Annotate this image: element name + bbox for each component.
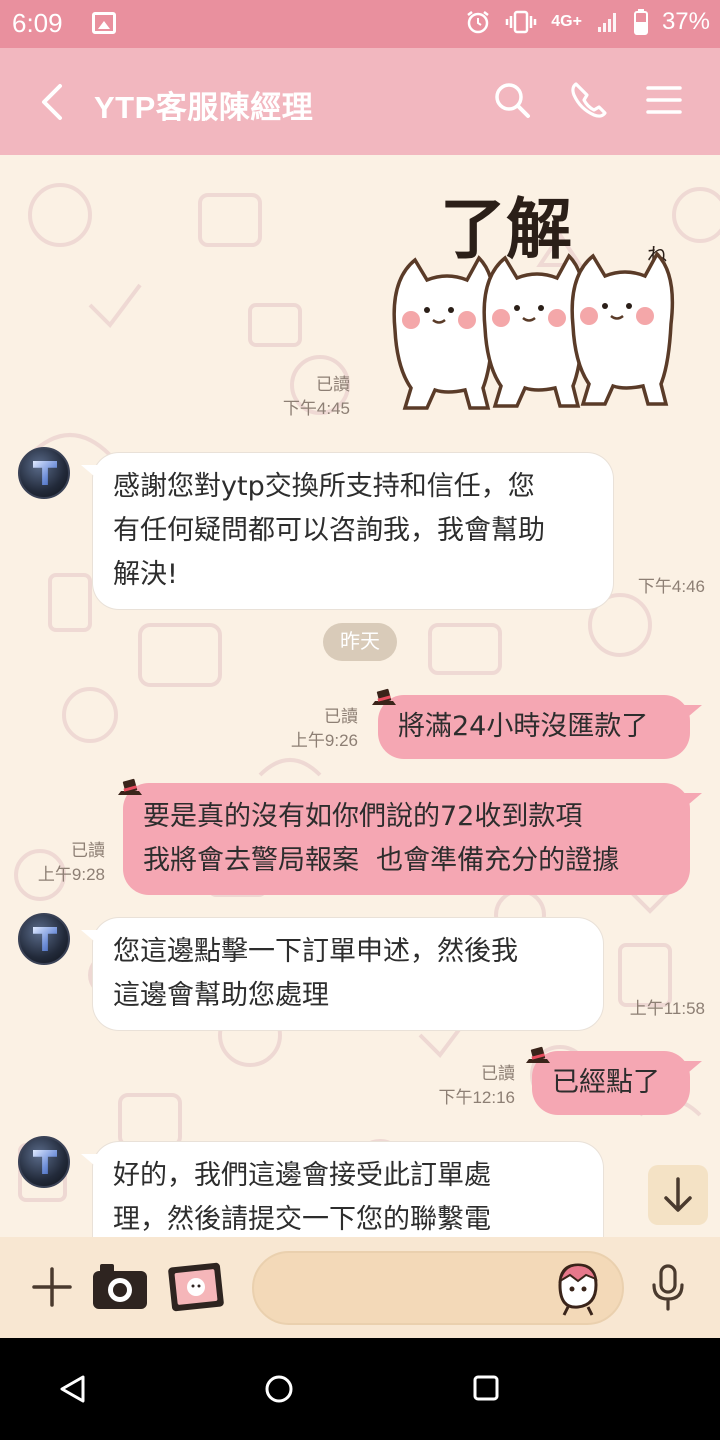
- back-arrow-icon[interactable]: [36, 80, 76, 124]
- top-hat-icon: [526, 1046, 550, 1063]
- photo-icon[interactable]: [166, 1259, 228, 1315]
- alarm-icon: [467, 11, 490, 34]
- message-line: 好的，我們這邊會接受此訂單處: [113, 1160, 491, 1191]
- avatar[interactable]: [18, 447, 70, 499]
- message-meta: 已讀 下午12:16: [415, 1062, 515, 1110]
- sticker-icon[interactable]: [554, 1261, 600, 1317]
- message-time: 下午12:16: [438, 1088, 515, 1107]
- battery-icon: [633, 9, 648, 35]
- system-nav-bar: [0, 1338, 720, 1440]
- plus-icon[interactable]: [30, 1265, 74, 1309]
- arrow-down-icon: [664, 1177, 692, 1212]
- status-bar: 6:09 4G+ 37%: [0, 0, 720, 48]
- camera-icon[interactable]: [90, 1261, 150, 1313]
- message-line: 您這邊點擊一下訂單申述，然後我: [113, 936, 518, 967]
- message-bubble-outgoing[interactable]: 要是真的沒有如你們說的72收到款項 我將會去警局報案 也會準備充分的證據: [123, 783, 690, 895]
- scroll-to-bottom-button[interactable]: [648, 1165, 708, 1225]
- message-time: 上午9:26: [290, 731, 358, 750]
- message-line: 理，然後請提交一下您的聯繫電: [113, 1204, 491, 1235]
- read-receipt: 已讀: [324, 707, 358, 726]
- message-meta: 已讀 上午9:28: [5, 839, 105, 887]
- signal-icon: [597, 13, 616, 32]
- image-notification-icon: [92, 12, 116, 34]
- nav-back-icon[interactable]: [58, 1374, 88, 1404]
- status-icons: 4G+ 37%: [465, 8, 710, 36]
- message-time: 下午4:46: [637, 577, 705, 596]
- top-hat-icon: [372, 688, 396, 705]
- chat-title[interactable]: YTP客服陳經理: [94, 82, 313, 127]
- message-bubble-incoming[interactable]: 您這邊點擊一下訂單申述，然後我 這邊會幫助您處理: [93, 918, 603, 1030]
- message-bubble-outgoing[interactable]: 將滿24小時沒匯款了: [378, 695, 690, 759]
- message-input[interactable]: [252, 1251, 624, 1325]
- message-line: 解決!: [113, 559, 178, 590]
- mic-icon[interactable]: [648, 1263, 688, 1313]
- message-line: 已經點了: [552, 1067, 660, 1098]
- message-bubble-incoming[interactable]: 感謝您對ytp交換所支持和信任，您 有任何疑問都可以咨詢我，我會幫助 解決!: [93, 453, 613, 609]
- message-bubble-outgoing[interactable]: 已經點了: [532, 1051, 690, 1115]
- message-time: 上午11:58: [629, 999, 705, 1018]
- read-receipt: 已讀: [71, 841, 105, 860]
- nav-recents-icon[interactable]: [472, 1374, 500, 1402]
- message-line: 將滿24小時沒匯款了: [398, 711, 649, 742]
- message-line: 這邊會幫助您處理: [113, 980, 329, 1011]
- message-line: 有任何疑問都可以咨詢我，我會幫助: [113, 515, 545, 546]
- phone-icon[interactable]: [568, 80, 608, 120]
- message-line: 要是真的沒有如你們說的72收到款項: [143, 801, 583, 832]
- avatar[interactable]: [18, 913, 70, 965]
- message-bubble-incoming[interactable]: 好的，我們這邊會接受此訂單處 理，然後請提交一下您的聯繫電: [93, 1142, 603, 1237]
- chat-header: YTP客服陳經理: [0, 48, 720, 155]
- network-label: 4G+: [551, 13, 582, 30]
- top-hat-icon: [118, 778, 142, 795]
- message-meta: 上午11:58: [600, 997, 705, 1021]
- message-line: 我將會去警局報案 也會準備充分的證據: [143, 845, 620, 876]
- menu-icon[interactable]: [644, 80, 684, 120]
- nav-home-icon[interactable]: [264, 1374, 294, 1404]
- date-divider: 昨天: [323, 623, 397, 661]
- battery-level: 37%: [661, 8, 710, 35]
- message-meta: 已讀 上午9:26: [258, 705, 358, 753]
- vibrate-icon: [506, 10, 537, 34]
- message-line: 感謝您對ytp交換所支持和信任，您: [113, 471, 535, 502]
- read-receipt: 已讀: [481, 1064, 515, 1083]
- message-time: 下午4:45: [282, 399, 350, 418]
- input-bar: [0, 1237, 720, 1338]
- message-time: 上午9:28: [37, 865, 105, 884]
- search-icon[interactable]: [492, 80, 532, 120]
- read-receipt: 已讀: [316, 375, 350, 394]
- avatar[interactable]: [18, 1136, 70, 1188]
- status-time: 6:09: [12, 8, 63, 38]
- message-meta: 已讀 下午4:45: [250, 373, 350, 421]
- sticker-understood[interactable]: 了解 ね: [385, 180, 685, 415]
- chat-area[interactable]: 了解 ね 已讀 下午4:45 感謝您對ytp交換所支持和信任，您 有任何疑問都可…: [0, 155, 720, 1237]
- message-meta: 下午4:46: [610, 575, 705, 599]
